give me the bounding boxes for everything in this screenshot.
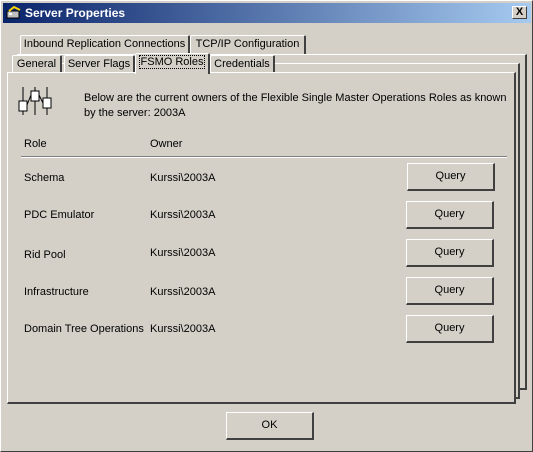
tab-tcpip-configuration[interactable]: TCP/IP Configuration bbox=[190, 35, 306, 54]
column-header-owner: Owner bbox=[150, 138, 183, 150]
fsmo-roles-icon bbox=[18, 87, 52, 115]
tab-label: FSMO Roles bbox=[138, 55, 206, 69]
role-owner: Kurssi\2003A bbox=[150, 209, 216, 221]
query-domain-tree-operations-button[interactable]: Query bbox=[406, 315, 494, 343]
close-icon: X bbox=[515, 6, 524, 18]
role-name: Schema bbox=[24, 172, 65, 184]
role-owner: Kurssi\2003A bbox=[150, 172, 216, 184]
role-name: Infrastructure bbox=[24, 286, 89, 298]
column-header-role: Role bbox=[24, 138, 47, 150]
tab-inbound-replication-connections[interactable]: Inbound Replication Connections bbox=[20, 35, 190, 54]
title-bar[interactable]: Server Properties X bbox=[3, 3, 531, 23]
query-rid-pool-button[interactable]: Query bbox=[406, 239, 494, 267]
server-properties-dialog: Server Properties X Inbound Replication … bbox=[0, 0, 533, 452]
tab-label: General bbox=[16, 58, 57, 70]
role-name: Rid Pool bbox=[24, 249, 66, 261]
tab-label: TCP/IP Configuration bbox=[195, 38, 300, 50]
role-owner: Kurssi\2003A bbox=[150, 247, 216, 259]
tab-fsmo-roles[interactable]: FSMO Roles bbox=[135, 53, 210, 74]
fsmo-roles-page bbox=[7, 72, 516, 404]
role-owner: Kurssi\2003A bbox=[150, 286, 216, 298]
role-name: PDC Emulator bbox=[24, 209, 95, 221]
tab-label: Credentials bbox=[214, 58, 270, 70]
server-properties-icon bbox=[6, 5, 21, 19]
query-infrastructure-button[interactable]: Query bbox=[406, 277, 494, 305]
role-name: Domain Tree Operations bbox=[24, 323, 144, 335]
window-title: Server Properties bbox=[25, 6, 126, 20]
ok-button[interactable]: OK bbox=[226, 412, 314, 440]
query-schema-button[interactable]: Query bbox=[407, 163, 495, 191]
close-button[interactable]: X bbox=[512, 6, 527, 19]
header-separator bbox=[21, 156, 507, 158]
fsmo-description: Below are the current owners of the Flex… bbox=[84, 92, 507, 119]
role-owner: Kurssi\2003A bbox=[150, 323, 216, 335]
query-pdc-emulator-button[interactable]: Query bbox=[406, 201, 494, 229]
tab-label: Server Flags bbox=[67, 58, 131, 70]
tab-label: Inbound Replication Connections bbox=[23, 38, 186, 50]
